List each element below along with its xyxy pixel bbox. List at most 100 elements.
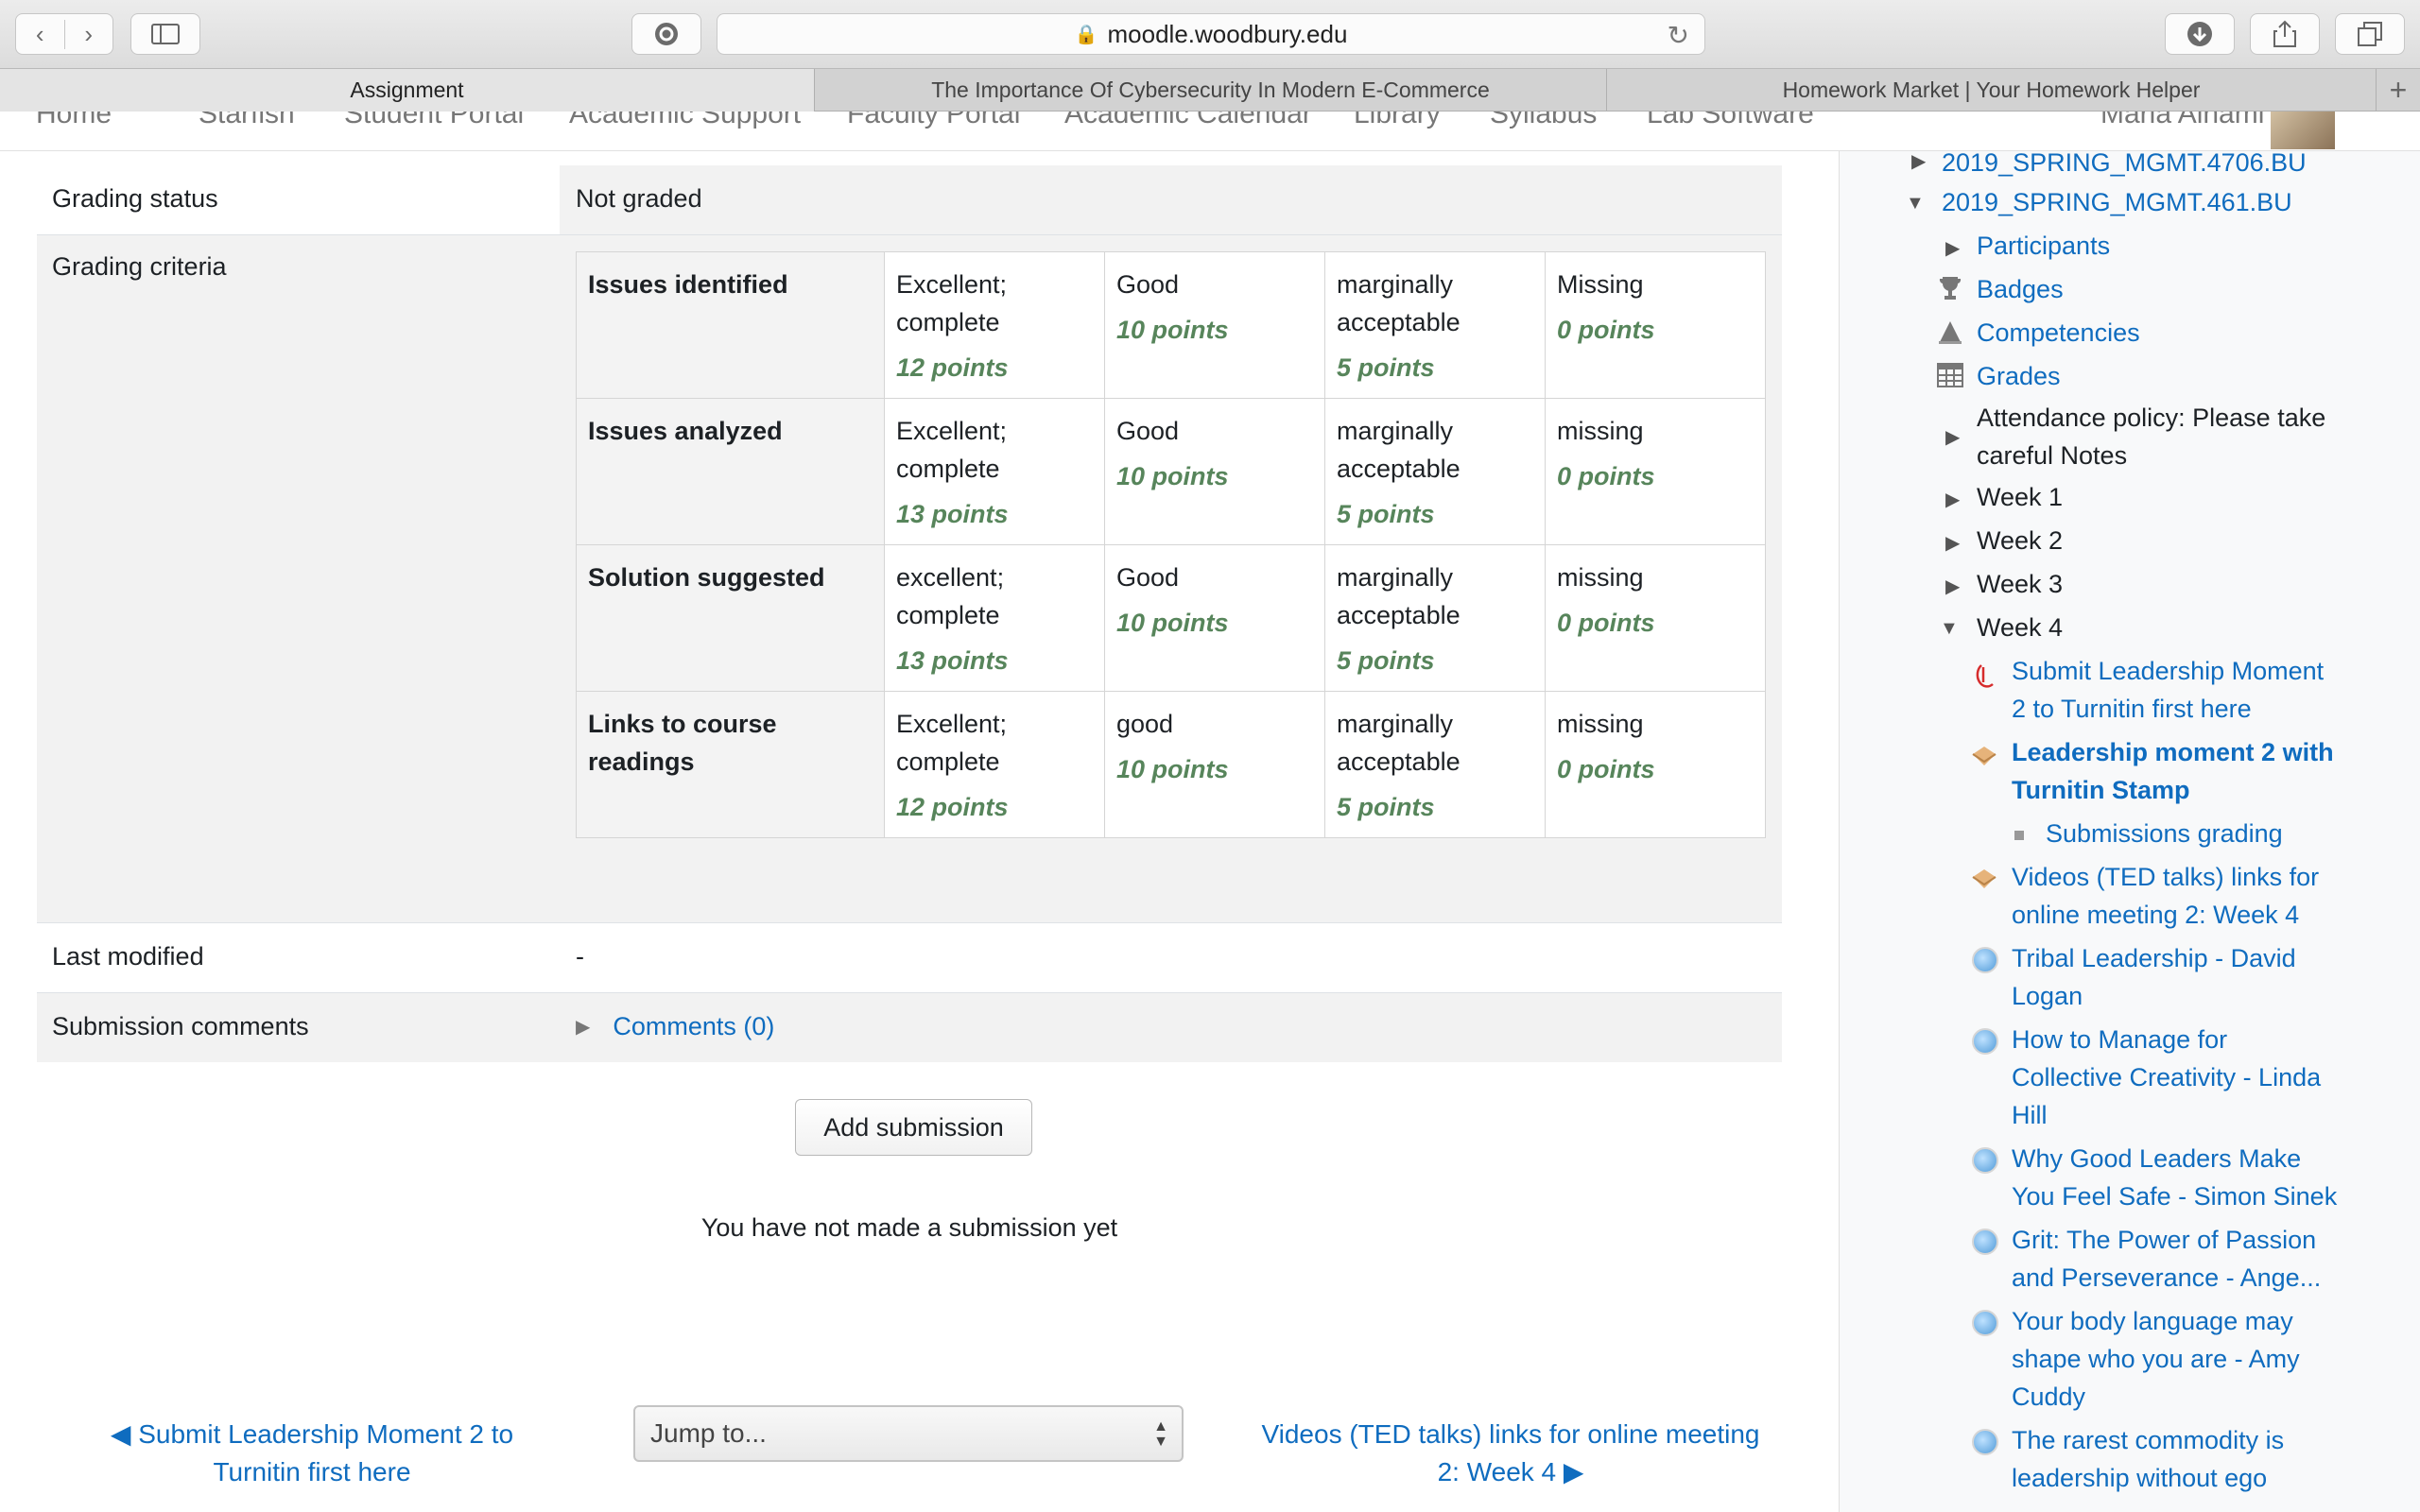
nav-library[interactable]: Library bbox=[1354, 112, 1441, 130]
rubric-criterion: Links to course readings bbox=[576, 691, 885, 838]
activity-submit-leadership-line2[interactable]: 2 to Turnitin first here bbox=[2012, 690, 2252, 728]
rubric-level-points: 12 points bbox=[896, 793, 1009, 821]
resource-rarest-commodity-line2[interactable]: leadership without ego bbox=[2012, 1459, 2267, 1497]
rubric-level-definition: acceptable bbox=[1337, 747, 1461, 776]
nav-starfish[interactable]: Starfish bbox=[199, 112, 295, 130]
rubric-level-definition: complete bbox=[896, 455, 1000, 483]
rubric-level: marginally acceptable 5 points bbox=[1324, 691, 1546, 838]
shield-icon bbox=[655, 23, 678, 45]
nav-participants[interactable]: Participants bbox=[1977, 227, 2110, 265]
back-icon[interactable]: ‹ bbox=[16, 19, 65, 49]
rubric-criterion: Issues identified bbox=[576, 251, 885, 399]
caret-right-icon[interactable]: ▶ bbox=[1945, 236, 1960, 260]
caret-right-icon[interactable]: ▶ bbox=[1945, 531, 1960, 555]
activity-leadership-moment-line1[interactable]: Leadership moment 2 with bbox=[2012, 733, 2334, 771]
caret-down-icon[interactable]: ▼ bbox=[1940, 618, 1959, 640]
downloads-button[interactable] bbox=[2165, 13, 2235, 55]
rubric-level: excellent; complete 13 points bbox=[884, 544, 1105, 692]
rubric-level-points: 5 points bbox=[1337, 353, 1435, 382]
resource-body-language-line3[interactable]: Cuddy bbox=[2012, 1378, 2085, 1416]
resource-tribal-leadership-line2[interactable]: Logan bbox=[2012, 977, 2083, 1015]
rubric-criterion: Solution suggested bbox=[576, 544, 885, 692]
rubric-level-points: 10 points bbox=[1116, 755, 1229, 783]
nav-lab-software[interactable]: Lab Software bbox=[1647, 112, 1814, 130]
course-link-461[interactable]: 2019_SPRING_MGMT.461.BU bbox=[1942, 183, 2292, 221]
rubric-level-definition: Good bbox=[1116, 417, 1180, 445]
rubric-level: Excellent; complete 12 points bbox=[884, 251, 1105, 399]
caret-down-icon[interactable]: ▼ bbox=[1906, 193, 1925, 215]
nav-student-portal[interactable]: Student Portal bbox=[344, 112, 524, 130]
activity-ted-talks-line2[interactable]: online meeting 2: Week 4 bbox=[2012, 896, 2299, 934]
url-resource-icon bbox=[1972, 1147, 1998, 1174]
activity-ted-talks-line1[interactable]: Videos (TED talks) links for bbox=[2012, 858, 2319, 896]
resource-collective-creativity-line1[interactable]: How to Manage for bbox=[2012, 1021, 2227, 1058]
turnitin-icon bbox=[1976, 664, 1994, 688]
sidebar-toggle-button[interactable] bbox=[130, 13, 200, 55]
comments-toggle[interactable]: ▶ Comments (0) bbox=[576, 1012, 774, 1041]
caret-right-icon[interactable]: ▶ bbox=[1911, 149, 1926, 173]
activity-leadership-moment-line2[interactable]: Turnitin Stamp bbox=[2012, 771, 2190, 809]
nav-week-4[interactable]: Week 4 bbox=[1977, 609, 2063, 646]
forward-icon[interactable]: › bbox=[65, 20, 113, 49]
resource-body-language-line1[interactable]: Your body language may bbox=[2012, 1302, 2293, 1340]
resource-rarest-commodity-line1[interactable]: The rarest commodity is bbox=[2012, 1421, 2284, 1459]
course-link-4706[interactable]: 2019_SPRING_MGMT.4706.BU bbox=[1942, 144, 2307, 181]
address-bar[interactable]: 🔒 moodle.woodbury.edu ↻ bbox=[717, 13, 1705, 55]
tab-assignment[interactable]: Assignment bbox=[0, 69, 815, 112]
nav-academic-calendar[interactable]: Academic Calendar bbox=[1064, 112, 1312, 130]
nav-faculty-portal[interactable]: Faculty Portal bbox=[847, 112, 1020, 130]
tab-overview-button[interactable] bbox=[2335, 13, 2405, 55]
add-submission-button[interactable]: Add submission bbox=[795, 1099, 1032, 1156]
browser-toolbar: ‹ › 🔒 moodle.woodbury.edu ↻ bbox=[0, 0, 2420, 68]
tab-homework-market[interactable]: Homework Market | Your Homework Helper bbox=[1607, 69, 2377, 112]
previous-activity-link[interactable]: ◀ Submit Leadership Moment 2 to Turnitin… bbox=[104, 1416, 520, 1491]
reload-icon[interactable]: ↻ bbox=[1668, 20, 1689, 51]
next-activity-link[interactable]: Videos (TED talks) links for online meet… bbox=[1246, 1416, 1775, 1491]
caret-right-icon[interactable]: ▶ bbox=[1945, 425, 1960, 449]
nav-week-3[interactable]: Week 3 bbox=[1977, 565, 2063, 603]
nav-academic-support[interactable]: Academic Support bbox=[569, 112, 801, 130]
nav-competencies[interactable]: Competencies bbox=[1977, 314, 2140, 352]
tab-cybersecurity[interactable]: The Importance Of Cybersecurity In Moder… bbox=[815, 69, 1607, 112]
nav-submissions-grading[interactable]: Submissions grading bbox=[2046, 815, 2283, 852]
rubric-level-points: 10 points bbox=[1116, 609, 1229, 637]
resource-good-leaders-line1[interactable]: Why Good Leaders Make bbox=[2012, 1140, 2301, 1177]
prev-link-line2: Turnitin first here bbox=[213, 1457, 411, 1486]
url-resource-icon bbox=[1972, 1228, 1998, 1255]
user-name[interactable]: Maria Alhami bbox=[2100, 112, 2264, 130]
rubric-level-definition: good bbox=[1116, 710, 1174, 738]
resource-tribal-leadership-line1[interactable]: Tribal Leadership - David bbox=[2012, 939, 2296, 977]
resource-grit-line1[interactable]: Grit: The Power of Passion bbox=[2012, 1221, 2316, 1259]
rubric-row: Links to course readings Excellent; comple… bbox=[576, 691, 1766, 838]
sidebar-icon bbox=[151, 24, 180, 44]
nav-grades[interactable]: Grades bbox=[1977, 357, 2061, 395]
grading-status-row: Grading status Not graded bbox=[37, 165, 1782, 235]
rubric-level-points: 5 points bbox=[1337, 793, 1435, 821]
jump-to-select[interactable]: Jump to... ▲ ▼ bbox=[633, 1405, 1184, 1462]
resource-good-leaders-line2[interactable]: You Feel Safe - Simon Sinek bbox=[2012, 1177, 2337, 1215]
caret-right-icon[interactable]: ▶ bbox=[1945, 488, 1960, 511]
nav-week-2[interactable]: Week 2 bbox=[1977, 522, 2063, 559]
rubric-level-points: 0 points bbox=[1557, 755, 1655, 783]
resource-collective-creativity-line3[interactable]: Hill bbox=[2012, 1096, 2048, 1134]
rubric-level-definition: acceptable bbox=[1337, 455, 1461, 483]
share-button[interactable] bbox=[2250, 13, 2320, 55]
resource-grit-line2[interactable]: and Perseverance - Ange... bbox=[2012, 1259, 2321, 1297]
rubric-level: Good 10 points bbox=[1104, 398, 1325, 545]
nav-attendance-policy-line1[interactable]: Attendance policy: Please take bbox=[1977, 399, 2325, 437]
comments-link-text: Comments (0) bbox=[613, 1012, 775, 1040]
nav-attendance-policy-line2[interactable]: careful Notes bbox=[1977, 437, 2127, 474]
caret-right-icon[interactable]: ▶ bbox=[1945, 575, 1960, 598]
privacy-button[interactable] bbox=[631, 13, 701, 55]
lock-icon: 🔒 bbox=[1074, 24, 1098, 45]
resource-body-language-line2[interactable]: shape who you are - Amy bbox=[2012, 1340, 2300, 1378]
nav-week-1[interactable]: Week 1 bbox=[1977, 478, 2063, 516]
rubric-level: missing 0 points bbox=[1545, 544, 1766, 692]
activity-submit-leadership-line1[interactable]: Submit Leadership Moment bbox=[2012, 652, 2324, 690]
nav-syllabus[interactable]: Syllabus bbox=[1490, 112, 1597, 130]
nav-home[interactable]: Home bbox=[36, 112, 112, 130]
new-tab-button[interactable]: + bbox=[2377, 69, 2420, 112]
resource-collective-creativity-line2[interactable]: Collective Creativity - Linda bbox=[2012, 1058, 2321, 1096]
nav-badges[interactable]: Badges bbox=[1977, 270, 2064, 308]
submission-status-message: You have not made a submission yet bbox=[700, 1213, 1118, 1242]
